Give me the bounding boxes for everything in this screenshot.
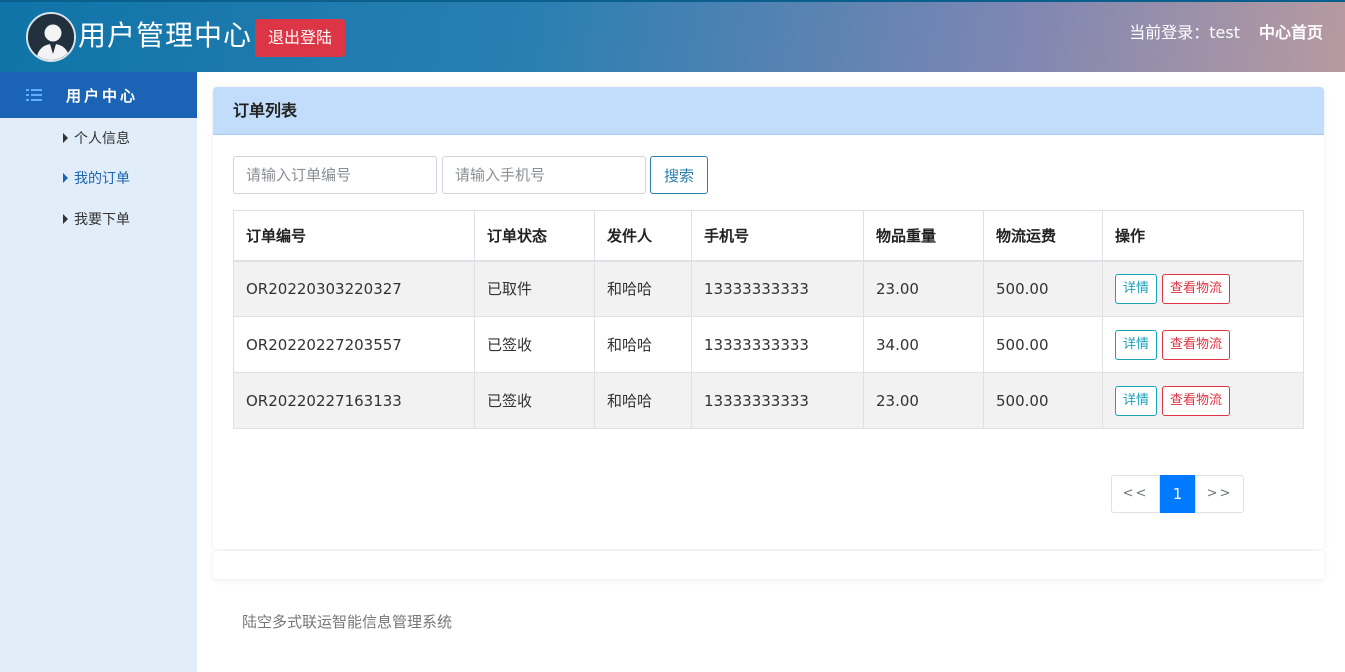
sidebar-item-label: 我的订单 bbox=[74, 171, 130, 187]
weight-cell: 23.00 bbox=[863, 260, 984, 317]
panel-title: 订单列表 bbox=[213, 87, 1324, 135]
caret-right-icon bbox=[63, 133, 68, 143]
status-cell: 已取件 bbox=[474, 260, 595, 317]
sidebar-item-my-orders[interactable]: 我的订单 bbox=[63, 168, 130, 188]
status-cell: 已签收 bbox=[474, 316, 595, 373]
order-list-panel: 订单列表 搜索 订单编号 订单状态 发件人 手机号 物品重量 物流运费 操作 O… bbox=[213, 87, 1324, 549]
actions-cell: 详情 查看物流 bbox=[1102, 372, 1304, 429]
column-header: 物流运费 bbox=[983, 210, 1103, 262]
footer-system-name: 陆空多式联运智能信息管理系统 bbox=[242, 613, 453, 631]
phone-search-input[interactable] bbox=[442, 156, 646, 194]
order-number-cell: OR20220227163133 bbox=[233, 372, 475, 429]
column-header: 订单编号 bbox=[233, 210, 475, 262]
fee-cell: 500.00 bbox=[983, 260, 1103, 317]
pagination: << 1 >> bbox=[1111, 475, 1244, 513]
sidebar-item-label: 个人信息 bbox=[74, 131, 130, 147]
detail-button[interactable]: 详情 bbox=[1115, 385, 1158, 416]
order-number-cell: OR20220303220327 bbox=[233, 260, 475, 317]
table-header-row: 订单编号 订单状态 发件人 手机号 物品重量 物流运费 操作 bbox=[233, 210, 1304, 262]
pagination-current-page[interactable]: 1 bbox=[1160, 475, 1195, 513]
sidebar-item-profile[interactable]: 个人信息 bbox=[63, 128, 130, 148]
table-row: OR20220303220327 已取件 和哈哈 13333333333 23.… bbox=[233, 260, 1304, 317]
view-logistics-button[interactable]: 查看物流 bbox=[1162, 385, 1231, 416]
sidebar-item-place-order[interactable]: 我要下单 bbox=[63, 209, 130, 229]
order-number-cell: OR20220227203557 bbox=[233, 316, 475, 373]
center-home-link[interactable]: 中心首页 bbox=[1259, 22, 1323, 44]
actions-cell: 详情 查看物流 bbox=[1102, 260, 1304, 317]
panel-bottom-strip bbox=[213, 551, 1324, 579]
fee-cell: 500.00 bbox=[983, 372, 1103, 429]
status-cell: 已签收 bbox=[474, 372, 595, 429]
phone-cell: 13333333333 bbox=[691, 316, 864, 373]
pagination-prev-button[interactable]: << bbox=[1111, 475, 1160, 513]
app-title: 用户管理中心 bbox=[78, 19, 253, 52]
weight-cell: 23.00 bbox=[863, 372, 984, 429]
table-row: OR20220227163133 已签收 和哈哈 13333333333 23.… bbox=[233, 372, 1304, 429]
search-button[interactable]: 搜索 bbox=[650, 156, 708, 194]
sender-cell: 和哈哈 bbox=[594, 260, 692, 317]
pagination-next-button[interactable]: >> bbox=[1195, 475, 1244, 513]
sidebar-item-label: 我要下单 bbox=[74, 212, 130, 228]
caret-right-icon bbox=[63, 214, 68, 224]
column-header: 物品重量 bbox=[863, 210, 984, 262]
current-user-label: 当前登录：test bbox=[1129, 23, 1240, 42]
fee-cell: 500.00 bbox=[983, 316, 1103, 373]
order-number-search-input[interactable] bbox=[233, 156, 437, 194]
user-avatar-icon bbox=[26, 12, 76, 62]
detail-button[interactable]: 详情 bbox=[1115, 329, 1158, 360]
top-header: 用户管理中心 退出登陆 当前登录：test 中心首页 bbox=[0, 0, 1345, 72]
view-logistics-button[interactable]: 查看物流 bbox=[1162, 329, 1231, 360]
column-header: 订单状态 bbox=[474, 210, 595, 262]
actions-cell: 详情 查看物流 bbox=[1102, 316, 1304, 373]
orders-table: 订单编号 订单状态 发件人 手机号 物品重量 物流运费 操作 OR2022030… bbox=[233, 210, 1304, 429]
column-header: 手机号 bbox=[691, 210, 864, 262]
column-header: 发件人 bbox=[594, 210, 692, 262]
sidebar-heading-label: 用户中心 bbox=[66, 86, 139, 105]
sidebar-heading[interactable]: 用户中心 bbox=[0, 72, 197, 118]
phone-cell: 13333333333 bbox=[691, 260, 864, 317]
column-header: 操作 bbox=[1102, 210, 1304, 262]
table-row: OR20220227203557 已签收 和哈哈 13333333333 34.… bbox=[233, 316, 1304, 373]
view-logistics-button[interactable]: 查看物流 bbox=[1162, 273, 1231, 304]
list-icon bbox=[26, 89, 42, 101]
detail-button[interactable]: 详情 bbox=[1115, 273, 1158, 304]
caret-right-icon bbox=[63, 173, 68, 183]
weight-cell: 34.00 bbox=[863, 316, 984, 373]
sender-cell: 和哈哈 bbox=[594, 316, 692, 373]
sidebar: 用户中心 个人信息 我的订单 我要下单 bbox=[0, 72, 197, 672]
phone-cell: 13333333333 bbox=[691, 372, 864, 429]
sender-cell: 和哈哈 bbox=[594, 372, 692, 429]
logout-button[interactable]: 退出登陆 bbox=[255, 19, 345, 57]
